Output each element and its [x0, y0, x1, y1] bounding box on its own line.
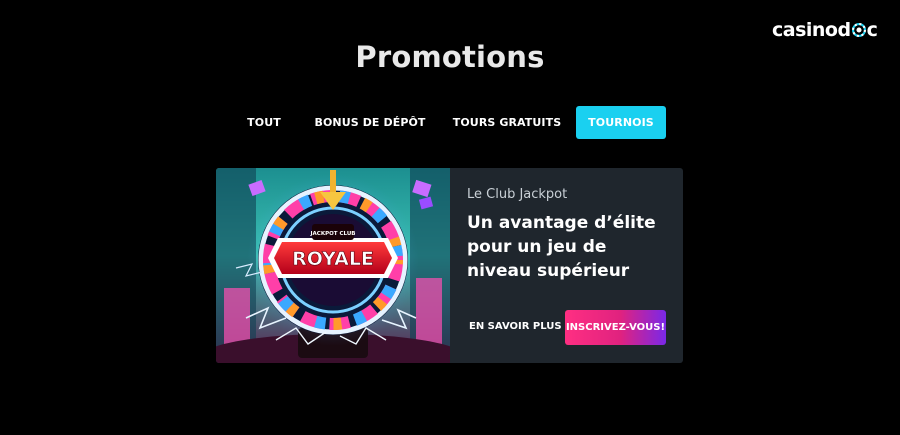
- signup-button[interactable]: INSCRIVEZ-VOUS!: [565, 310, 666, 345]
- jackpot-royale-image: JACKPOT CLUB ROYALE: [216, 168, 450, 363]
- casinodoc-logo[interactable]: casinod c: [772, 18, 878, 42]
- page-title: Promotions: [355, 40, 545, 74]
- promotion-content: Le Club Jackpot Un avantage d’élite pour…: [450, 168, 683, 363]
- logo-text-start: casinod: [772, 19, 851, 41]
- tab-free-spins[interactable]: TOURS GRATUITS: [445, 106, 569, 139]
- promotion-headline: Un avantage d’élite pour un jeu de nivea…: [467, 213, 656, 281]
- tab-deposit-bonus[interactable]: BONUS DE DÉPÔT: [295, 106, 445, 139]
- badge-small-text: JACKPOT CLUB: [310, 231, 356, 237]
- promotion-card: JACKPOT CLUB ROYALE Le Club Jackpot Un a…: [216, 168, 683, 363]
- tab-all[interactable]: TOUT: [233, 106, 295, 139]
- promotion-filter-tabs: TOUT BONUS DE DÉPÔT TOURS GRATUITS TOURN…: [233, 106, 666, 139]
- logo-text-end: c: [866, 19, 878, 41]
- promotion-subtitle: Le Club Jackpot: [467, 187, 568, 202]
- logo-wordmark: casinod c: [772, 19, 878, 41]
- learn-more-link[interactable]: EN SAVOIR PLUS: [469, 321, 562, 332]
- tab-tournaments[interactable]: TOURNOIS: [576, 106, 666, 139]
- badge-royale-text: ROYALE: [292, 248, 374, 270]
- poker-chip-icon: [851, 23, 866, 37]
